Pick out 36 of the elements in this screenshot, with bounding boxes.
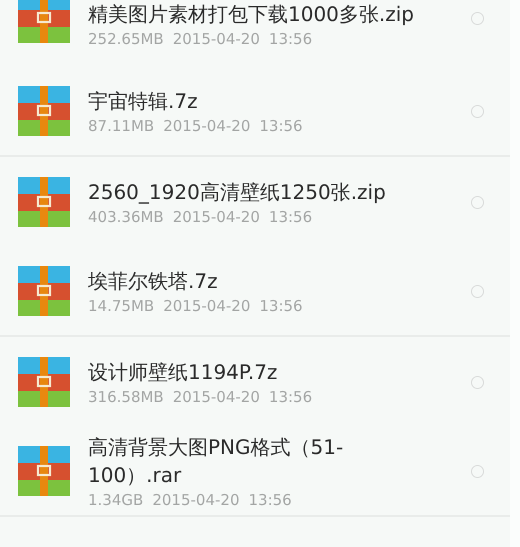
file-name: 设计师壁纸1194P.7z <box>88 359 278 386</box>
file-date: 2015-04-20 <box>172 30 260 48</box>
archive-icon <box>18 266 70 316</box>
select-radio[interactable] <box>471 464 484 478</box>
file-time: 13:56 <box>259 117 303 135</box>
file-size: 1.34GB <box>88 491 144 509</box>
file-size: 252.65MB <box>88 30 164 48</box>
file-size: 316.58MB <box>88 388 164 406</box>
select-radio[interactable] <box>471 104 484 118</box>
file-time: 13:56 <box>268 30 312 48</box>
archive-icon <box>18 357 70 407</box>
archive-icon <box>18 0 70 43</box>
file-time: 13:56 <box>268 388 312 406</box>
file-time: 13:56 <box>259 297 303 315</box>
archive-icon <box>18 177 70 227</box>
select-radio[interactable] <box>471 376 484 388</box>
file-name: 精美图片素材打包下载1000多张.zip <box>88 1 416 28</box>
file-size: 403.36MB <box>88 208 164 226</box>
file-name: 2560_1920高清壁纸1250张.zip <box>88 179 387 206</box>
file-date: 2015-04-20 <box>163 297 250 315</box>
archive-icon <box>18 86 70 136</box>
archive-icon <box>18 446 70 496</box>
file-date: 2015-04-20 <box>172 208 260 226</box>
file-time: 13:56 <box>268 208 312 226</box>
file-name: 宇宙特辑.7z <box>88 88 199 115</box>
file-date: 2015-04-20 <box>163 117 250 135</box>
select-radio[interactable] <box>471 284 484 298</box>
select-radio[interactable] <box>471 12 484 25</box>
file-size: 87.11MB <box>88 117 154 135</box>
select-radio[interactable] <box>471 196 484 208</box>
file-time: 13:56 <box>248 491 292 509</box>
file-date: 2015-04-20 <box>152 491 240 509</box>
file-date: 2015-04-20 <box>172 388 260 406</box>
file-name: 埃菲尔铁塔.7z <box>88 268 219 295</box>
file-name: 高清背景大图PNG格式（51-100）.rar <box>88 434 344 489</box>
file-size: 14.75MB <box>88 297 154 315</box>
